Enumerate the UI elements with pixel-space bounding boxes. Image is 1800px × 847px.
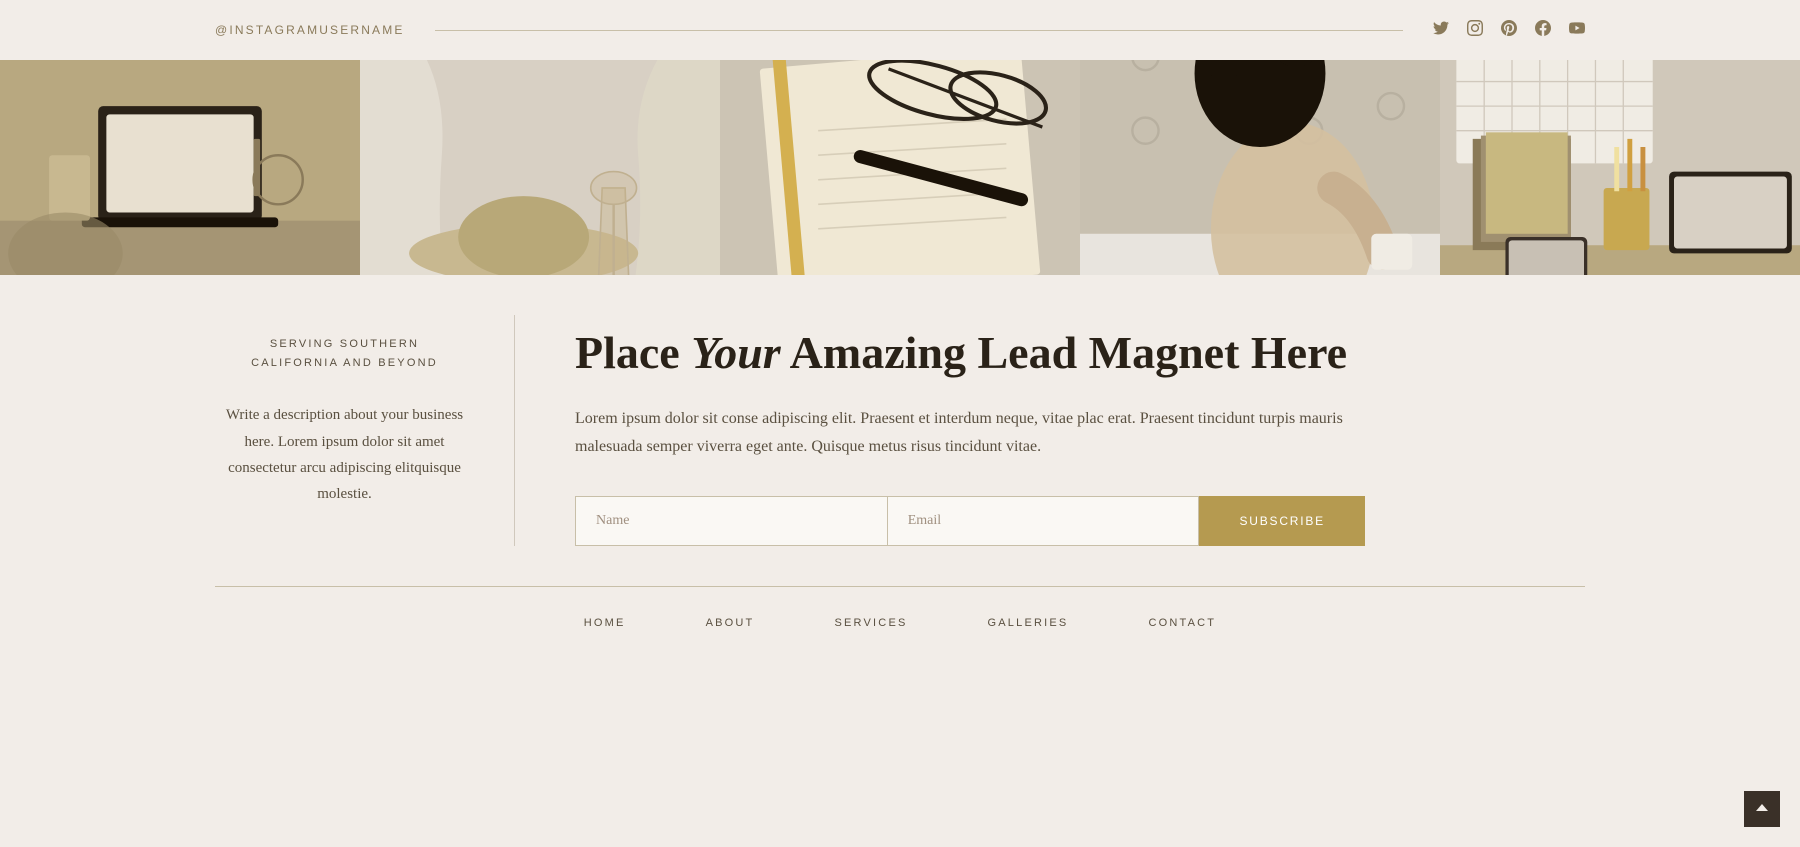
nav-services[interactable]: SERVICES xyxy=(834,617,907,629)
left-sidebar: SERVING SOUTHERN CALIFORNIA AND BEYOND W… xyxy=(215,315,515,546)
photo-cell-3 xyxy=(720,60,1080,275)
photo-strip xyxy=(0,60,1800,275)
youtube-icon[interactable] xyxy=(1569,20,1585,41)
photo-cell-1 xyxy=(0,60,360,275)
footer-nav: HOME ABOUT SERVICES GALLERIES CONTACT xyxy=(0,587,1800,649)
sidebar-description: Write a description about your business … xyxy=(215,402,474,507)
serving-title: SERVING SOUTHERN CALIFORNIA AND BEYOND xyxy=(251,335,438,372)
facebook-icon[interactable] xyxy=(1535,20,1551,41)
nav-contact[interactable]: CONTACT xyxy=(1148,617,1216,629)
lead-magnet-description: Lorem ipsum dolor sit conse adipiscing e… xyxy=(575,405,1355,461)
main-content: SERVING SOUTHERN CALIFORNIA AND BEYOND W… xyxy=(215,275,1585,586)
pinterest-icon[interactable] xyxy=(1501,20,1517,41)
instagram-handle[interactable]: @INSTAGRAMUSERNAME xyxy=(215,23,405,37)
email-input[interactable] xyxy=(887,496,1200,546)
scroll-to-top-button[interactable] xyxy=(1744,791,1780,827)
top-bar: @INSTAGRAMUSERNAME xyxy=(0,0,1800,60)
twitter-icon[interactable] xyxy=(1433,20,1449,41)
photo-cell-2 xyxy=(360,60,720,275)
photo-cell-5 xyxy=(1440,60,1800,275)
subscribe-form: SUBSCRIBE xyxy=(575,496,1365,546)
photo-cell-4 xyxy=(1080,60,1440,275)
social-icons-group xyxy=(1433,20,1585,41)
lead-magnet-title: Place Your Amazing Lead Magnet Here xyxy=(575,325,1585,380)
subscribe-button[interactable]: SUBSCRIBE xyxy=(1199,496,1365,546)
nav-galleries[interactable]: GALLERIES xyxy=(988,617,1069,629)
nav-about[interactable]: ABOUT xyxy=(706,617,755,629)
top-bar-divider xyxy=(435,30,1403,31)
instagram-icon[interactable] xyxy=(1467,20,1483,41)
nav-home[interactable]: HOME xyxy=(584,617,626,629)
right-content: Place Your Amazing Lead Magnet Here Lore… xyxy=(515,315,1585,546)
name-input[interactable] xyxy=(575,496,887,546)
